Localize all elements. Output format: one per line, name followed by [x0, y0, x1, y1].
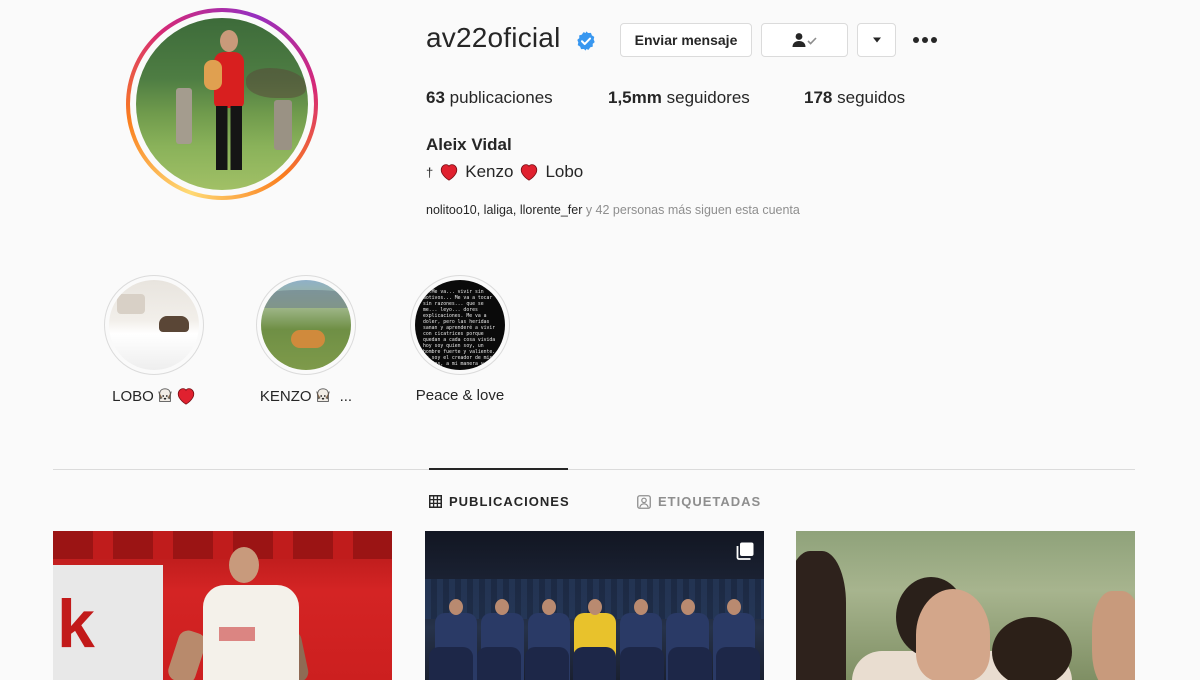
followed-by-suffix: y 42 personas más siguen esta cuenta	[582, 203, 800, 217]
red-heart-icon	[521, 164, 538, 181]
profile-full-name: Aleix Vidal	[426, 135, 512, 154]
send-message-button[interactable]: Enviar mensaje	[620, 23, 752, 57]
dog-face-icon	[158, 388, 172, 402]
highlight-cover-peace: ...Me va... vivir sin motivos... Me va a…	[415, 280, 505, 370]
profile-bio: † Kenzo Lobo	[426, 162, 583, 182]
more-options-icon[interactable]	[911, 30, 939, 50]
multiple-photos-icon	[736, 542, 754, 560]
profile-username: av22oficial	[426, 22, 561, 53]
grid-icon	[429, 495, 442, 508]
following-button[interactable]	[761, 23, 848, 57]
red-heart-icon	[177, 388, 195, 405]
followers-link[interactable]: 1,5mm seguidores	[608, 88, 750, 108]
highlight-kenzo[interactable]: KENZO ...	[231, 275, 381, 405]
profile-avatar	[136, 18, 308, 190]
highlight-cover-lobo	[109, 280, 199, 370]
bio-item-kenzo: Kenzo	[465, 162, 514, 181]
followed-by-text[interactable]: nolitoo10, laliga, llorente_fer y 42 per…	[426, 203, 800, 217]
highlight-label-ellipsis: ...	[339, 387, 353, 405]
dog-face-icon	[315, 388, 330, 402]
profile-avatar-story-ring[interactable]	[126, 8, 318, 200]
tab-posts[interactable]: PUBLICACIONES	[429, 494, 570, 509]
tabs-divider	[53, 469, 1135, 470]
post-thumbnail[interactable]	[796, 531, 1135, 680]
tab-tagged-label: ETIQUETADAS	[658, 494, 762, 509]
highlight-peace-and-love[interactable]: ...Me va... vivir sin motivos... Me va a…	[385, 275, 535, 404]
suggestions-dropdown-button[interactable]	[857, 23, 896, 57]
caret-down-icon	[872, 37, 881, 43]
highlight-label: Peace & love	[415, 387, 505, 404]
posts-count: 63 publicaciones	[426, 88, 553, 107]
red-heart-icon	[441, 164, 458, 181]
bio-item-lobo: Lobo	[545, 162, 584, 181]
followed-by-names[interactable]: nolitoo10, laliga, llorente_fer	[426, 203, 582, 217]
tab-posts-label: PUBLICACIONES	[449, 494, 570, 509]
post-thumbnail[interactable]	[425, 531, 764, 680]
active-tab-indicator	[429, 468, 568, 470]
highlight-cover-kenzo	[261, 280, 351, 370]
highlight-label: LOBO	[112, 387, 154, 405]
post-thumbnail[interactable]: k	[53, 531, 392, 680]
tagged-person-icon	[637, 494, 651, 509]
highlight-lobo[interactable]: LOBO	[79, 275, 229, 405]
highlight-label: KENZO	[259, 387, 312, 405]
person-check-icon	[792, 33, 817, 47]
bio-dagger: †	[426, 164, 434, 180]
following-link[interactable]: 178 seguidos	[804, 88, 905, 108]
tab-tagged[interactable]: ETIQUETADAS	[637, 494, 761, 509]
verified-badge-icon	[577, 31, 595, 51]
